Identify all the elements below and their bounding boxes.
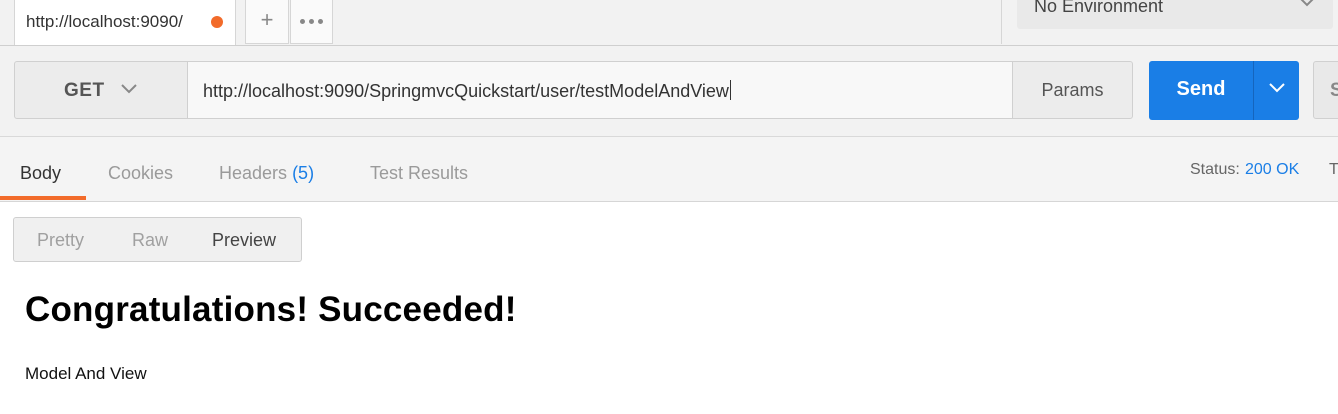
time-label: T: [1329, 161, 1338, 178]
url-input[interactable]: http://localhost:9090/SpringmvcQuickstar…: [187, 61, 1013, 119]
url-input-value: http://localhost:9090/SpringmvcQuickstar…: [203, 81, 729, 101]
tab-headers-label: Headers: [219, 163, 288, 183]
chevron-down-icon: [121, 84, 137, 94]
send-button-label: Send: [1176, 78, 1226, 100]
active-tab-indicator: [0, 196, 86, 200]
preview-heading: Congratulations! Succeeded!: [25, 290, 517, 329]
method-select-value: GET: [64, 80, 105, 101]
status-value[interactable]: 200 OK: [1245, 161, 1299, 179]
request-bar: GET http://localhost:9090/SpringmvcQuick…: [0, 46, 1338, 137]
tab-strip: http://localhost:9090/ + No Environment: [0, 0, 1338, 46]
format-toggle-group: Pretty Raw Preview: [13, 217, 302, 262]
format-pretty-button[interactable]: Pretty: [37, 230, 84, 251]
divider: [1001, 0, 1002, 44]
preview-paragraph: Model And View: [25, 364, 147, 383]
format-preview-button[interactable]: Preview: [212, 230, 276, 251]
tab-test-results[interactable]: Test Results: [370, 163, 468, 184]
request-tab-title: http://localhost:9090/: [26, 12, 183, 31]
tab-body[interactable]: Body: [20, 163, 61, 184]
tab-cookies[interactable]: Cookies: [108, 163, 173, 184]
status-label: Status:: [1190, 161, 1240, 178]
save-button[interactable]: S: [1313, 61, 1338, 119]
new-tab-button[interactable]: +: [245, 0, 289, 44]
save-button-label: S: [1330, 80, 1338, 102]
environment-select-value: No Environment: [1034, 0, 1164, 16]
chevron-down-icon: [1269, 83, 1285, 93]
send-button[interactable]: Send: [1149, 61, 1253, 120]
send-options-button[interactable]: [1253, 61, 1299, 120]
headers-count-badge: (5): [292, 163, 315, 183]
text-caret: [729, 80, 731, 100]
params-button[interactable]: Params: [1012, 61, 1133, 119]
tab-headers[interactable]: Headers (5): [219, 163, 314, 184]
plus-icon: +: [260, 7, 274, 32]
chevron-down-icon: [1300, 0, 1314, 7]
params-button-label: Params: [1041, 80, 1104, 100]
environment-select[interactable]: No Environment: [1017, 0, 1333, 29]
response-tabs: Body Cookies Headers (5) Test Results St…: [0, 137, 1338, 202]
format-raw-button[interactable]: Raw: [132, 230, 168, 251]
more-tabs-button[interactable]: [290, 0, 333, 44]
ellipsis-icon: [291, 0, 332, 24]
request-tab[interactable]: http://localhost:9090/: [14, 0, 236, 45]
method-select[interactable]: GET: [14, 61, 188, 119]
unsaved-indicator-dot: [211, 16, 223, 28]
